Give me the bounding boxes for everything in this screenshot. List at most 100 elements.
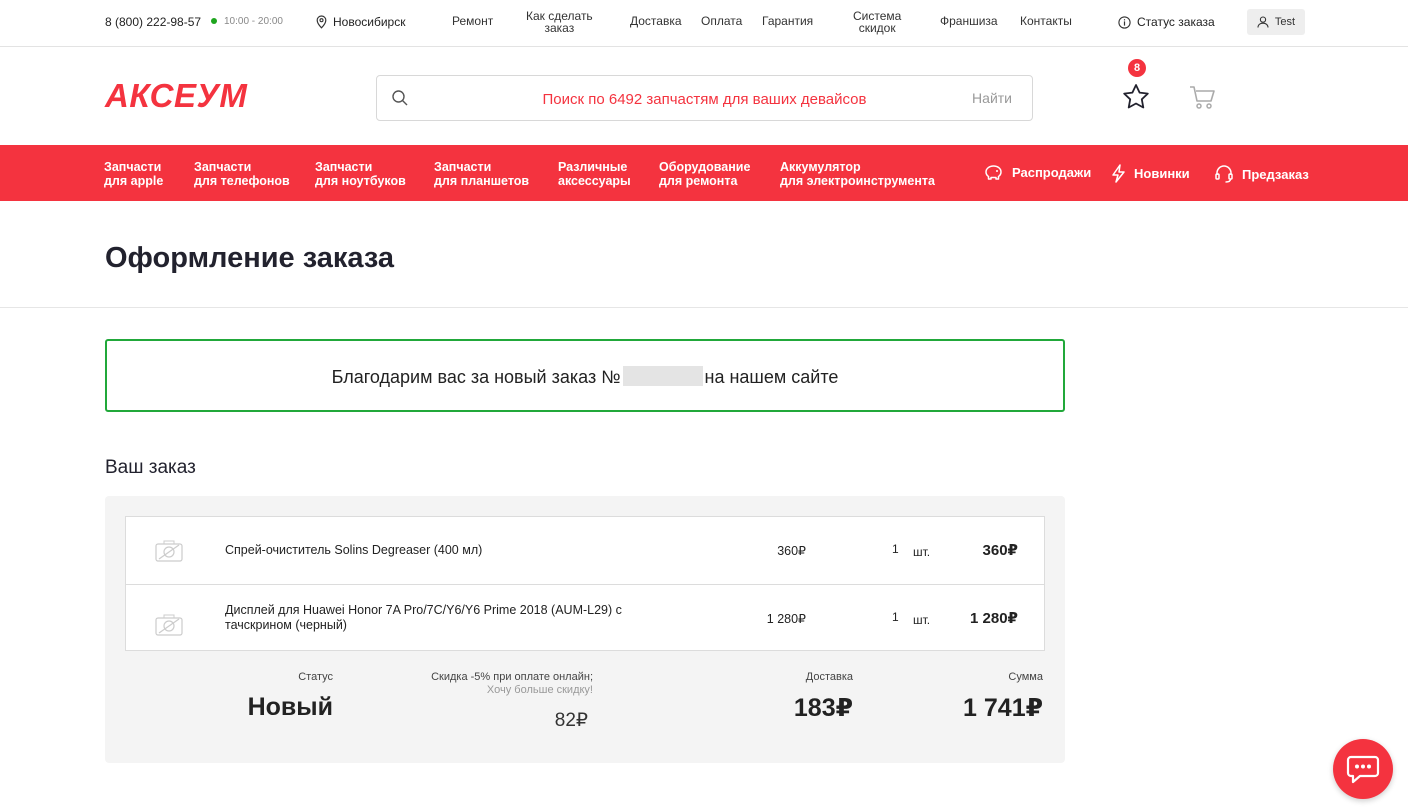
user-name: Test [1274,16,1296,28]
menu-item-line1: Оборудование [659,160,751,174]
discount-note-text: Скидка -5% при оплате онлайн; [431,671,593,683]
headset-icon [1215,165,1233,183]
status-value: Новый [247,693,333,721]
menu-repair-equipment[interactable]: Оборудование для ремонта [659,160,750,188]
success-message: Благодарим вас за новый заказ № на нашем … [107,366,1063,388]
menu-phone-parts[interactable]: Запчасти для телефонов [194,160,290,188]
menu-item-line2: для ноутбуков [315,174,406,188]
location-pin-icon [316,15,327,29]
main-header: АКСЕУМ Поиск по 6492 запчастям для ваших… [0,47,1408,145]
order-item-row: Спрей-очиститель Solins Degreaser (400 м… [126,517,1044,584]
delivery-value: 183₽ [793,694,853,722]
item-name[interactable]: Спрей-очиститель Solins Degreaser (400 м… [225,543,665,558]
nav-contacts[interactable]: Контакты [1020,15,1072,27]
menu-sales[interactable]: Распродажи [983,164,1091,181]
chat-bubble-icon [1346,755,1380,784]
menu-accessories[interactable]: Различные аксессуары [558,160,631,188]
user-account-button[interactable]: Test [1247,9,1305,35]
delivery-label: Доставка [805,671,853,683]
phone-link[interactable]: 8 (800) 222-98-57 [105,15,201,29]
search-button[interactable]: Найти [972,90,1012,106]
menu-sales-label: Распродажи [1012,165,1092,180]
favorites-button[interactable]: 8 [1122,59,1150,115]
order-section-title: Ваш заказ [105,457,196,478]
menu-item-line2: для планшетов [434,174,530,188]
menu-tablet-parts[interactable]: Запчасти для планшетов [434,160,529,188]
piggy-bank-icon [985,165,1002,180]
order-item-row: Дисплей для Huawei Honor 7A Pro/7C/Y6/Y6… [126,584,1044,651]
nav-payment[interactable]: Оплата [701,15,742,27]
menu-item-line1: Запчасти [315,160,373,174]
divider [0,307,1408,308]
info-icon [1118,15,1131,29]
nav-repair[interactable]: Ремонт [452,15,493,27]
discount-value: 82₽ [554,710,588,731]
success-text-before: Благодарим вас за новый заказ № [331,367,621,387]
item-qty: 1 [892,542,899,556]
menu-item-line1: Аккумулятор [780,160,861,174]
nav-discount-line2: скидок [858,21,896,35]
status-label: Статус [298,671,333,683]
user-icon [1257,16,1269,28]
nav-how-line2: заказ [544,21,575,35]
menu-item-line2: для электроинструмента [780,174,935,188]
online-indicator [211,18,217,24]
working-hours: 10:00 - 20:00 [224,16,283,27]
item-price: 360₽ [777,544,806,558]
menu-preorder-label: Предзаказ [1242,166,1309,182]
menu-tool-batteries[interactable]: Аккумулятор для электроинструмента [780,160,935,188]
menu-apple-parts[interactable]: Запчасти для apple [104,160,163,188]
total-label: Сумма [1008,671,1043,683]
site-logo[interactable]: АКСЕУМ [105,77,247,115]
city-selector[interactable]: Новосибирск [316,15,405,29]
city-label: Новосибирск [333,15,406,29]
menu-laptop-parts[interactable]: Запчасти для ноутбуков [315,160,406,188]
nav-discount-system[interactable]: Система скидок [853,10,901,34]
nav-warranty[interactable]: Гарантия [762,15,813,27]
page-title: Оформление заказа [105,242,395,274]
menu-item-line1: Различные [558,160,628,174]
order-items-table: Спрей-очиститель Solins Degreaser (400 м… [125,516,1045,651]
more-discount-link[interactable]: Хочу больше скидку! [487,684,593,696]
menu-item-line1: Запчасти [194,160,252,174]
cart-button[interactable] [1188,84,1216,115]
cart-icon [1190,86,1215,109]
item-unit: шт. [913,545,931,559]
success-text-after: на нашем сайте [704,367,839,387]
favorites-count-badge: 8 [1128,59,1146,77]
order-number-redacted [622,366,703,386]
search-input[interactable]: Поиск по 6492 запчастям для ваших девайс… [377,91,1032,108]
no-photo-icon [155,614,183,636]
no-photo-icon [155,540,183,562]
menu-item-line2: для apple [104,174,164,188]
discount-note: Скидка -5% при оплате онлайн; Хочу больш… [405,671,593,697]
menu-new[interactable]: Новинки [1111,164,1190,183]
search-box[interactable]: Поиск по 6492 запчастям для ваших девайс… [376,75,1033,121]
top-bar: 8 (800) 222-98-57 10:00 - 20:00 Новосиби… [0,0,1408,47]
order-summary-panel: Спрей-очиститель Solins Degreaser (400 м… [105,496,1065,763]
item-sum: 1 280₽ [970,610,1018,627]
menu-item-line1: Запчасти [434,160,492,174]
order-status-label: Статус заказа [1137,15,1215,29]
order-status-link[interactable]: Статус заказа [1118,15,1215,29]
item-name[interactable]: Дисплей для Huawei Honor 7A Pro/7C/Y6/Y6… [225,603,665,633]
menu-preorder[interactable]: Предзаказ [1214,164,1309,184]
item-sum: 360₽ [982,542,1018,559]
menu-new-label: Новинки [1134,166,1190,181]
nav-delivery[interactable]: Доставка [630,15,682,27]
item-unit: шт. [913,613,931,627]
catalog-menu: Запчасти для apple Запчасти для телефонов … [0,145,1408,201]
menu-item-line2: для ремонта [659,174,738,188]
total-value: 1 741₽ [963,694,1043,722]
order-success-banner: Благодарим вас за новый заказ № на нашем … [105,339,1065,412]
menu-item-line2: для телефонов [194,174,290,188]
chat-button[interactable] [1333,739,1393,799]
nav-how-to-order[interactable]: Как сделать заказ [526,10,593,34]
item-qty: 1 [892,610,899,624]
nav-franchise[interactable]: Франшиза [940,15,998,27]
lightning-icon [1112,164,1125,183]
menu-item-line2: аксессуары [558,174,631,188]
star-icon [1123,84,1149,109]
menu-item-line1: Запчасти [104,160,162,174]
item-price: 1 280₽ [766,612,806,626]
